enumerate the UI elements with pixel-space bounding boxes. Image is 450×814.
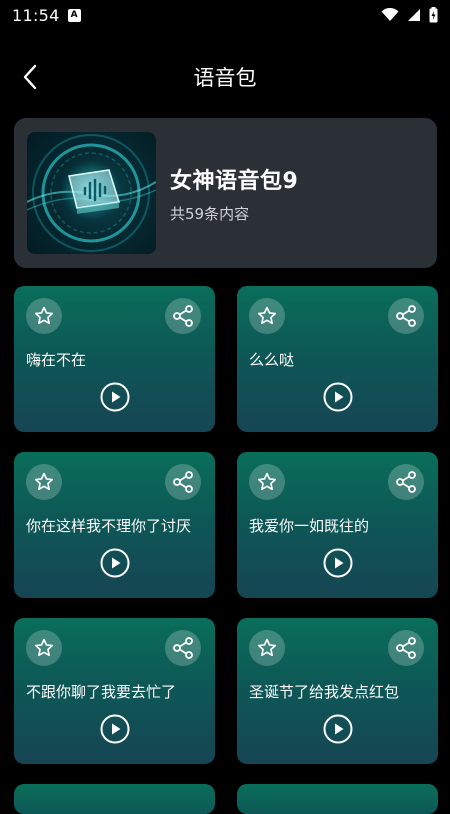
share-icon (396, 305, 416, 327)
star-icon (34, 638, 54, 657)
play-icon[interactable] (100, 382, 130, 412)
voice-card[interactable]: 我爱你一如既往的 (237, 452, 438, 598)
voice-card[interactable]: 不跟你聊了我要去忙了 (14, 618, 215, 764)
favorite-button[interactable] (249, 464, 285, 500)
share-icon (173, 305, 193, 327)
favorite-button[interactable] (26, 298, 62, 334)
voice-card-partial[interactable] (14, 784, 215, 814)
share-icon (173, 471, 193, 493)
pack-item-count: 共59条内容 (170, 204, 250, 223)
cellular-signal-icon (408, 9, 420, 21)
chevron-left-icon (23, 64, 37, 90)
app-header: 语音包 (0, 55, 450, 99)
share-icon (396, 471, 416, 493)
status-right (381, 7, 438, 23)
voice-title: 我爱你一如既往的 (249, 517, 370, 535)
play-icon[interactable] (323, 714, 353, 744)
play-icon[interactable] (323, 382, 353, 412)
voice-title: 圣诞节了给我发点红包 (249, 683, 400, 701)
wifi-icon (381, 8, 399, 21)
pack-info: 女神语音包9 共59条内容 (170, 163, 298, 224)
play-icon[interactable] (323, 548, 353, 578)
voice-title: 嗨在不在 (26, 351, 87, 369)
voice-title: 不跟你聊了我要去忙了 (26, 683, 177, 701)
share-button[interactable] (388, 464, 424, 500)
voice-pack-card: 女神语音包9 共59条内容 (14, 118, 437, 268)
star-icon (257, 306, 277, 325)
voice-title: 你在这样我不理你了讨厌 (26, 517, 192, 535)
star-icon (34, 306, 54, 325)
star-icon (257, 638, 277, 657)
play-icon[interactable] (100, 548, 130, 578)
favorite-button[interactable] (249, 630, 285, 666)
pack-cover-image (27, 132, 156, 254)
voice-card-partial[interactable] (237, 784, 438, 814)
share-button[interactable] (388, 630, 424, 666)
back-button[interactable] (14, 61, 46, 93)
star-icon (34, 472, 54, 491)
favorite-button[interactable] (26, 630, 62, 666)
share-button[interactable] (165, 298, 201, 334)
favorite-button[interactable] (249, 298, 285, 334)
page-title: 语音包 (193, 66, 257, 90)
battery-charging-icon (429, 7, 438, 23)
voice-card[interactable]: 圣诞节了给我发点红包 (237, 618, 438, 764)
share-icon (396, 637, 416, 659)
notification-icon: A (67, 8, 81, 22)
voice-grid: 嗨在不在 么么哒 你在这样我不理你了讨厌 我爱你一如既往的 不跟你聊了我要去忙了… (14, 286, 438, 764)
share-button[interactable] (165, 464, 201, 500)
voice-title: 么么哒 (249, 351, 295, 369)
status-bar: 11:54 A (0, 0, 450, 30)
share-button[interactable] (388, 298, 424, 334)
voice-card[interactable]: 你在这样我不理你了讨厌 (14, 452, 215, 598)
status-left: 11:54 A (12, 6, 81, 25)
star-icon (257, 472, 277, 491)
favorite-button[interactable] (26, 464, 62, 500)
play-icon[interactable] (100, 714, 130, 744)
voice-card[interactable]: 嗨在不在 (14, 286, 215, 432)
status-time: 11:54 (12, 5, 60, 25)
share-icon (173, 637, 193, 659)
share-button[interactable] (165, 630, 201, 666)
voice-card[interactable]: 么么哒 (237, 286, 438, 432)
pack-title: 女神语音包9 (170, 168, 299, 194)
